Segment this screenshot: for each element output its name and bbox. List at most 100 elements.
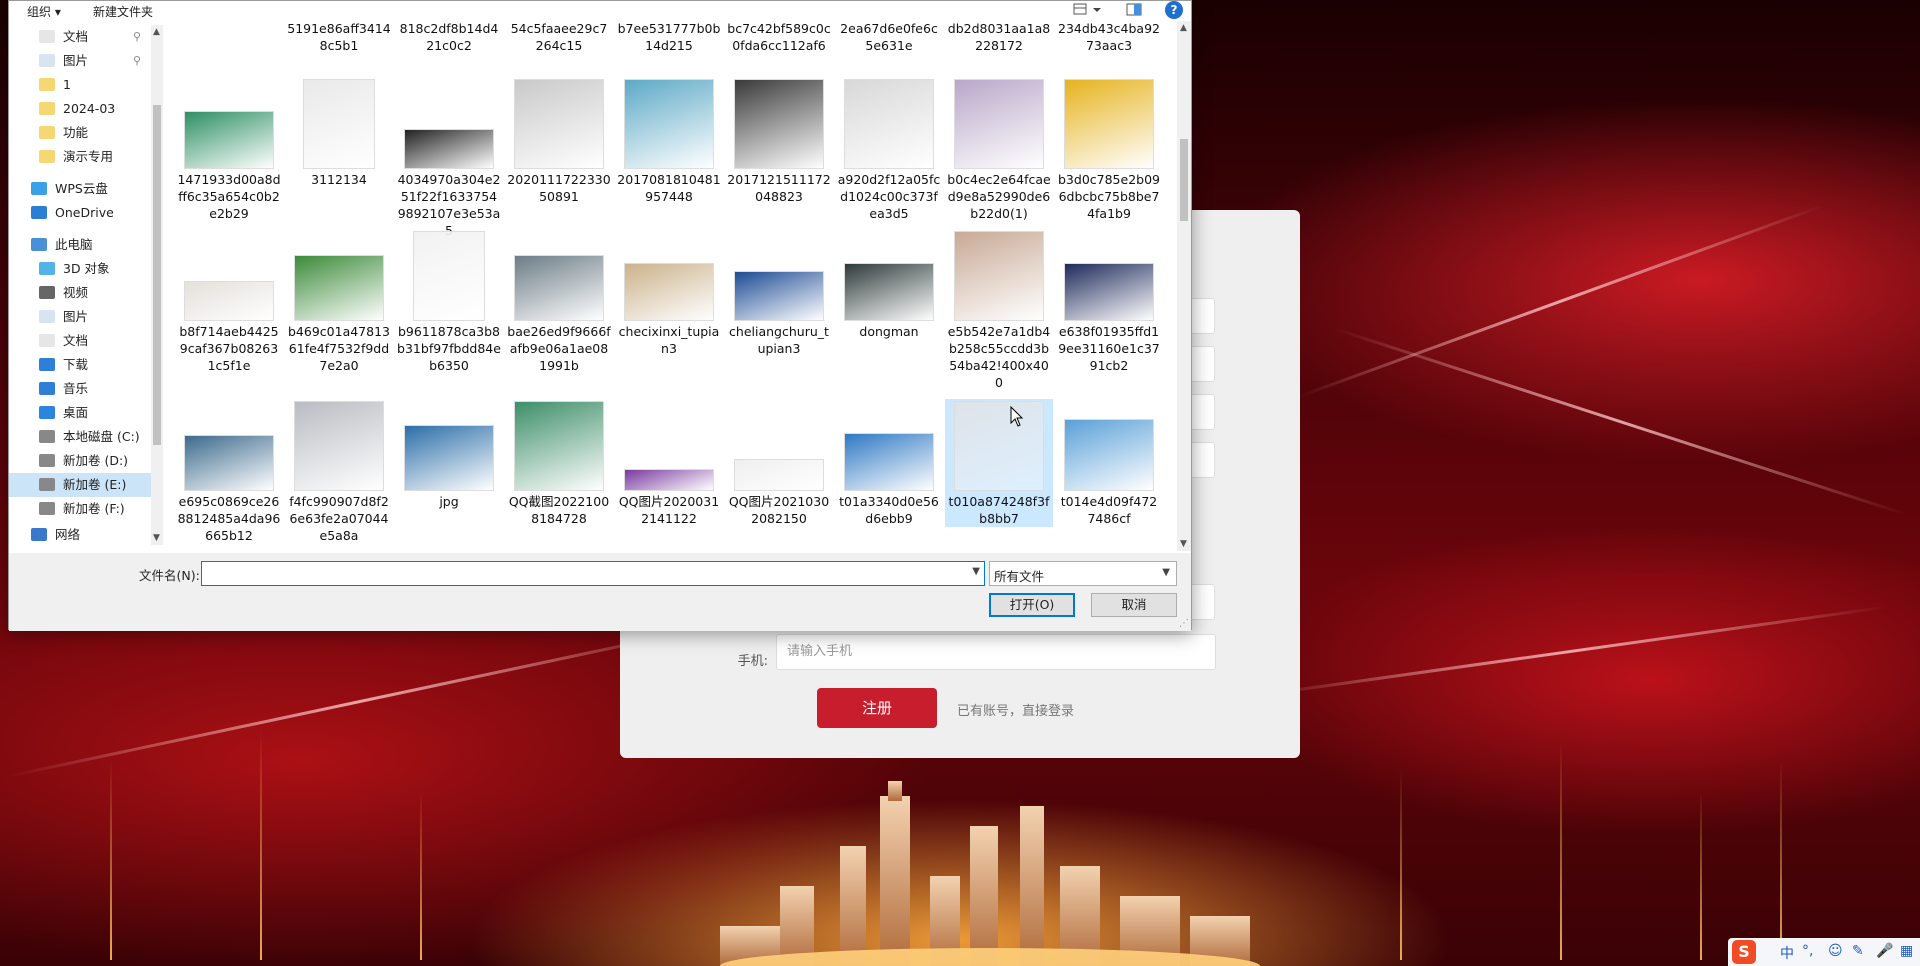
file-item[interactable]: dongman [835, 229, 943, 340]
file-item[interactable]: b0c4ec2e64fcaed9e8a52990de6b22d0(1) [945, 77, 1053, 222]
file-item[interactable]: 9112b48b64d10db2d8031aa1a8228172 [945, 21, 1053, 54]
file-item[interactable]: 2020111722330 50891 [505, 77, 613, 205]
files-scroll-thumb[interactable] [1180, 139, 1188, 221]
file-item[interactable]: b3d0c785e2b096dbcbc75b8be74fa1b9 [1055, 77, 1163, 222]
file-item[interactable]: b8f714aeb44259caf367b082631c5f1e [175, 229, 283, 374]
file-item[interactable]: QQ图片20200312141122 [615, 399, 723, 527]
nav-item[interactable]: 演示专用 [9, 145, 151, 169]
image-thumbnail [404, 425, 494, 491]
nav-item[interactable]: 功能 [9, 121, 151, 145]
file-item[interactable]: f4fc990907d8f26e63fe2a07044e5a8a [285, 399, 393, 544]
file-item[interactable]: 746adeca2c157818c2df8b14d421c0c2 [395, 21, 503, 54]
filename-input[interactable]: ▼ [201, 561, 985, 586]
nav-item-label: 2024-03 [63, 101, 116, 116]
new-folder-button[interactable]: 新建文件夹 [93, 3, 153, 20]
nav-item[interactable]: 新加卷 (E:) [9, 473, 151, 497]
nav-item[interactable]: 文档 [9, 329, 151, 353]
file-item[interactable]: cheliangchuru_tupian3 [725, 229, 833, 357]
resize-grip-icon[interactable]: ⋰ [1179, 618, 1189, 629]
nav-item[interactable]: 本地磁盘 (C:) [9, 425, 151, 449]
file-item[interactable]: e5b542e7a1db4b258c55ccdd3b54ba42!400x400 [945, 229, 1053, 391]
filetype-select[interactable]: 所有文件 ▼ [989, 561, 1177, 586]
pin-icon[interactable]: ⚲ [133, 49, 141, 73]
nav-item[interactable]: OneDrive [9, 201, 151, 225]
file-item[interactable]: t014e4d09f4727486cf [1055, 399, 1163, 527]
file-item[interactable]: 6609c95d70cf3bc7c42bf589c0c0fda6cc112af6 [725, 21, 833, 54]
file-item[interactable]: 1471933d00a8dff6c35a654c0b2e2b29 [175, 77, 283, 222]
file-item[interactable]: e638f01935ffd19ee31160e1c3791cb2 [1055, 229, 1163, 374]
file-item[interactable]: 21919c0a56550234db43c4ba9273aac3 [1055, 21, 1163, 54]
organize-menu[interactable]: 组织 ▾ [27, 3, 61, 20]
ime-punctuation-toggle[interactable]: °, [1802, 943, 1813, 959]
register-button[interactable]: 注册 [817, 688, 937, 728]
nav-item[interactable]: 桌面 [9, 401, 151, 425]
nav-scrollbar[interactable]: ▲ ▼ [151, 25, 163, 545]
nav-item[interactable]: 网络 [9, 523, 151, 547]
filename-label: 文件名(N): [139, 568, 200, 583]
help-icon[interactable]: ? [1165, 1, 1183, 19]
ime-language-toggle[interactable]: 中 [1780, 943, 1794, 963]
nav-item[interactable]: 音乐 [9, 377, 151, 401]
scroll-up-icon[interactable]: ▲ [153, 27, 160, 37]
thumbnail-frame [623, 77, 715, 169]
file-item[interactable]: 3112134 [285, 77, 393, 188]
file-name: b0c4ec2e64fcaed9e8a52990de6b22d0(1) [947, 172, 1051, 221]
nav-item-label: 本地磁盘 (C:) [63, 429, 140, 444]
cancel-button[interactable]: 取消 [1091, 593, 1177, 617]
file-item[interactable]: QQ图片20210302082150 [725, 399, 833, 527]
nav-item-label: 1 [63, 77, 71, 92]
file-item[interactable]: jpg [395, 399, 503, 510]
light-pole [420, 790, 422, 960]
nav-item[interactable]: 1 [9, 73, 151, 97]
nav-item[interactable]: 图片 ⚲ [9, 49, 151, 73]
file-item[interactable]: 5057151776657b7ee531777b0b14d215 [615, 21, 723, 54]
image-thumbnail [184, 281, 274, 321]
sogou-logo-icon[interactable]: S [1732, 940, 1756, 964]
file-item[interactable]: 2017121511172048823 [725, 77, 833, 205]
file-item[interactable]: b9611878ca3b8b31bf97fbdd84eb6350 [395, 229, 503, 374]
file-item[interactable]: 6715cd58537b52ea67d6e0fe6c5e631e [835, 21, 943, 54]
pin-icon[interactable]: ⚲ [133, 25, 141, 49]
microphone-icon[interactable]: 🎤 [1876, 943, 1893, 959]
login-link[interactable]: 已有账号，直接登录 [957, 700, 1074, 719]
files-scrollbar[interactable]: ▲ ▼ [1177, 21, 1191, 551]
chevron-down-icon[interactable]: ▼ [972, 566, 980, 577]
nav-item[interactable]: WPS云盘 [9, 177, 151, 201]
scroll-down-icon[interactable]: ▼ [1180, 539, 1187, 549]
nav-item[interactable]: 视频 [9, 281, 151, 305]
document-icon [39, 334, 55, 347]
file-item[interactable]: bae26ed9f9666fafb9e06a1ae081991b [505, 229, 613, 374]
nav-item[interactable]: 下载 [9, 353, 151, 377]
nav-item[interactable]: 文档 ⚲ [9, 25, 151, 49]
view-options-button[interactable] [1071, 1, 1105, 21]
open-button[interactable]: 打开(O) [989, 593, 1075, 617]
file-item[interactable]: QQ截图20221008184728 [505, 399, 613, 527]
scroll-down-icon[interactable]: ▼ [153, 533, 160, 543]
mouse-cursor-icon [1010, 406, 1024, 427]
light-pole [1780, 760, 1782, 960]
nav-item[interactable]: 图片 [9, 305, 151, 329]
nav-item-label: 此电脑 [55, 237, 93, 252]
pen-icon[interactable]: ✎ [1852, 943, 1864, 959]
nav-item[interactable]: 新加卷 (F:) [9, 497, 151, 521]
emoji-icon[interactable]: ☺ [1828, 943, 1843, 959]
preview-pane-button[interactable] [1124, 1, 1144, 21]
file-item[interactable]: t010a874248f3fb8bb7 [945, 399, 1053, 527]
file-item[interactable]: 2017081810481957448 [615, 77, 723, 205]
file-item[interactable]: t01a3340d0e56d6ebb9 [835, 399, 943, 527]
file-item[interactable]: b469c01a4781361fe4f7532f9dd7e2a0 [285, 229, 393, 374]
nav-item[interactable]: 新加卷 (D:) [9, 449, 151, 473]
nav-item[interactable]: 3D 对象 [9, 257, 151, 281]
nav-item[interactable]: 2024-03 [9, 97, 151, 121]
file-item[interactable]: a920d2f12a05fcd1024c00c373fea3d5 [835, 77, 943, 222]
file-item[interactable]: 962d5db12148154c5faaee29c7264c15 [505, 21, 613, 54]
file-item[interactable]: 421d458e7c4b85191e86aff34148c5b1 [285, 21, 393, 54]
grid-menu-icon[interactable]: ▦ [1900, 943, 1913, 959]
file-item[interactable]: e695c0869ce268812485a4da96665b12 [175, 399, 283, 544]
nav-item[interactable]: 此电脑 [9, 233, 151, 257]
phone-input[interactable]: 请输入手机 [776, 634, 1216, 670]
file-item[interactable]: 4034970a304e251f22f16337549892107e3e53a5 [395, 77, 503, 239]
nav-scroll-thumb[interactable] [153, 105, 161, 445]
scroll-up-icon[interactable]: ▲ [1180, 23, 1187, 33]
file-item[interactable]: checixinxi_tupian3 [615, 229, 723, 357]
